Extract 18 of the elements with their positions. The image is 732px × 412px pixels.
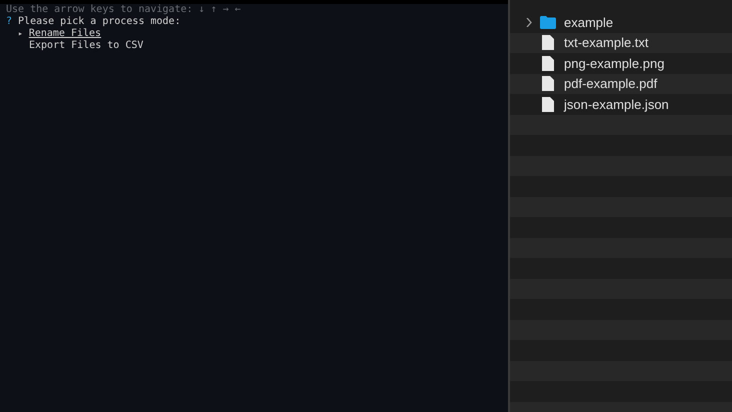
hint-text: Use the arrow keys to navigate: ↓ ↑ → ← [6, 4, 242, 16]
file-row[interactable]: pdf-example.pdf [510, 74, 732, 94]
file-row[interactable]: txt-example.txt [510, 32, 732, 53]
file-name: example [564, 14, 614, 32]
file-name: png-example.png [564, 54, 664, 73]
folder-icon [540, 16, 556, 29]
chevron-icon[interactable] [526, 18, 532, 27]
file-name: json-example.json [564, 96, 669, 114]
document-icon [542, 35, 554, 50]
document-icon [542, 96, 554, 112]
menu-option[interactable]: Export Files to CSV [6, 40, 508, 52]
prompt-mark: ? [6, 16, 12, 28]
file-name: txt-example.txt [564, 34, 649, 52]
file-name: pdf-example.pdf [564, 75, 658, 93]
document-icon [542, 56, 554, 71]
menu-option[interactable]: ▸ Rename Files [6, 28, 508, 40]
question-text: Please pick a process mode: [18, 16, 181, 28]
document-icon [542, 76, 554, 92]
